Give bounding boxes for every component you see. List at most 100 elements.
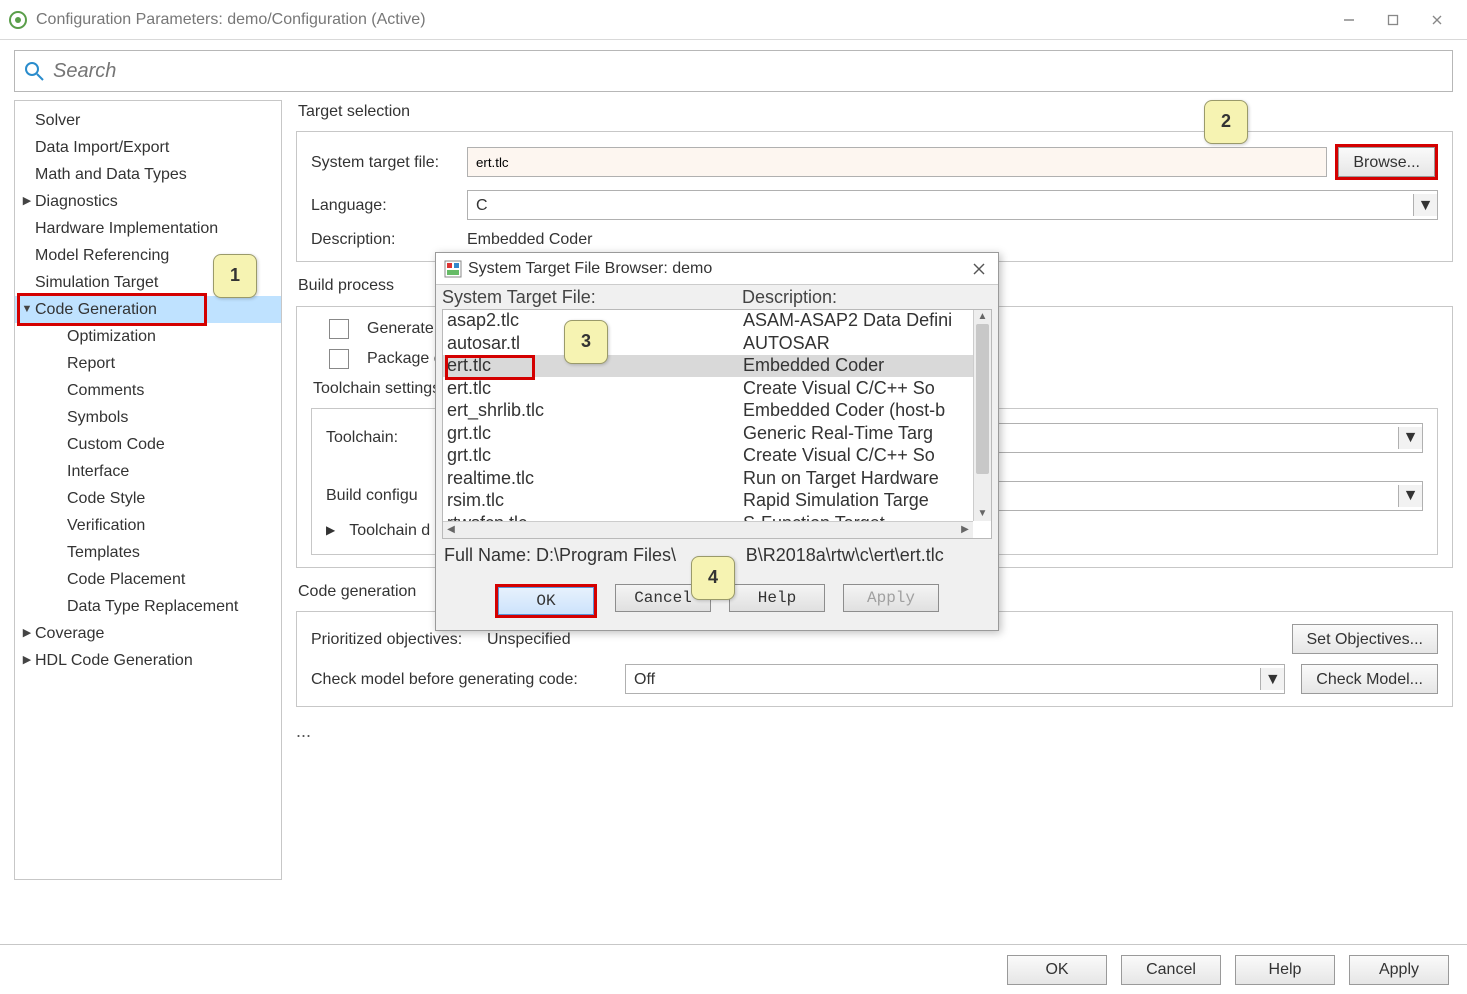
dialog-help-button[interactable]: Help [729, 584, 825, 612]
package-code-checkbox[interactable] [329, 349, 349, 369]
chevron-down-icon: ▼ [1398, 427, 1422, 449]
close-button[interactable] [1415, 5, 1459, 35]
callout-4: 4 [691, 556, 735, 600]
cell-description: Embedded Coder (host-b [743, 400, 945, 422]
app-icon [8, 10, 28, 30]
apply-button[interactable]: Apply [1349, 955, 1449, 985]
callout-3: 3 [564, 320, 608, 364]
cell-description: Embedded Coder [743, 355, 884, 377]
minimize-button[interactable] [1327, 5, 1371, 35]
dialog-app-icon [444, 260, 462, 278]
sidebar-item-coverage[interactable]: ▶Coverage [15, 620, 281, 647]
dialog-ok-button[interactable]: OK [498, 587, 594, 615]
sidebar-item-custom-code[interactable]: Custom Code [15, 431, 281, 458]
scroll-right-icon[interactable]: ▶ [957, 522, 973, 538]
title-bar: Configuration Parameters: demo/Configura… [0, 0, 1467, 40]
caret-right-icon: ▶ [19, 627, 35, 640]
sidebar-item-code-style[interactable]: Code Style [15, 485, 281, 512]
list-row[interactable]: rsim.tlcRapid Simulation Targe [443, 490, 991, 513]
dialog-close-button[interactable] [968, 258, 990, 280]
dialog-file-list[interactable]: asap2.tlcASAM-ASAP2 Data Definiautosar.t… [442, 309, 992, 539]
dialog-apply-button[interactable]: Apply [843, 584, 939, 612]
check-model-value: Off [634, 670, 655, 689]
sidebar-item-hdl-code-generation[interactable]: ▶HDL Code Generation [15, 647, 281, 674]
scrollbar-thumb[interactable] [976, 324, 989, 474]
help-button[interactable]: Help [1235, 955, 1335, 985]
highlight-box: Browse... [1335, 144, 1438, 180]
cell-description: Create Visual C/C++ So [743, 378, 935, 400]
label-toolchain-details[interactable]: Toolchain d [349, 521, 430, 540]
sidebar-item-code-generation[interactable]: ▼Code Generation [15, 296, 281, 323]
dialog-title: System Target File Browser: demo [468, 259, 968, 278]
scroll-down-icon[interactable]: ▼ [974, 507, 991, 521]
sidebar-item-label: Simulation Target [35, 273, 158, 292]
sidebar-item-report[interactable]: Report [15, 350, 281, 377]
sidebar-item-solver[interactable]: Solver [15, 107, 281, 134]
sidebar-item-math-data-types[interactable]: Math and Data Types [15, 161, 281, 188]
sidebar-item-label: Solver [35, 111, 80, 130]
cell-description: Create Visual C/C++ So [743, 445, 935, 467]
sidebar-item-hardware-impl[interactable]: Hardware Implementation [15, 215, 281, 242]
sidebar-item-diagnostics[interactable]: ▶Diagnostics [15, 188, 281, 215]
list-row[interactable]: ert.tlcEmbedded Coder [443, 355, 991, 378]
check-model-button[interactable]: Check Model... [1301, 664, 1438, 694]
sidebar: Solver Data Import/Export Math and Data … [14, 100, 282, 880]
list-row[interactable]: grt.tlcGeneric Real-Time Targ [443, 422, 991, 445]
sidebar-item-data-import-export[interactable]: Data Import/Export [15, 134, 281, 161]
label-language: Language: [311, 196, 459, 215]
list-row[interactable]: realtime.tlcRun on Target Hardware [443, 467, 991, 490]
sidebar-item-interface[interactable]: Interface [15, 458, 281, 485]
sidebar-item-label: Model Referencing [35, 246, 169, 265]
vertical-scrollbar[interactable]: ▲ ▼ [973, 310, 991, 521]
dialog-title-bar: System Target File Browser: demo [436, 253, 998, 285]
sidebar-item-label: Data Type Replacement [67, 597, 238, 616]
description-value: Embedded Coder [467, 230, 592, 249]
sidebar-item-label: Diagnostics [35, 192, 118, 211]
sidebar-item-data-type-replacement[interactable]: Data Type Replacement [15, 593, 281, 620]
caret-right-icon[interactable]: ▶ [326, 523, 335, 537]
sidebar-item-comments[interactable]: Comments [15, 377, 281, 404]
column-header-description: Description: [742, 287, 837, 309]
set-objectives-button[interactable]: Set Objectives... [1292, 624, 1439, 654]
cell-description: Run on Target Hardware [743, 468, 939, 490]
cell-file: ert_shrlib.tlc [447, 400, 743, 422]
caret-right-icon: ▶ [19, 195, 35, 208]
sidebar-item-label: Comments [67, 381, 144, 400]
list-row[interactable]: ert_shrlib.tlcEmbedded Coder (host-b [443, 400, 991, 423]
list-row[interactable]: ert.tlcCreate Visual C/C++ So [443, 377, 991, 400]
scroll-up-icon[interactable]: ▲ [974, 310, 991, 324]
sidebar-item-code-placement[interactable]: Code Placement [15, 566, 281, 593]
list-row[interactable]: asap2.tlcASAM-ASAP2 Data Defini [443, 310, 991, 333]
label-toolchain: Toolchain: [326, 428, 430, 447]
sidebar-item-label: Templates [67, 543, 140, 562]
horizontal-scrollbar[interactable]: ◀ ▶ [443, 521, 973, 538]
group-target-selection: System target file: Browse... Language: … [296, 131, 1453, 262]
sidebar-item-label: Code Generation [35, 300, 157, 319]
language-select[interactable]: C ▼ [467, 190, 1438, 220]
list-row[interactable]: autosar.tlAUTOSAR [443, 332, 991, 355]
label-check-model: Check model before generating code: [311, 670, 617, 689]
sidebar-item-label: Math and Data Types [35, 165, 187, 184]
chevron-down-icon: ▼ [1413, 194, 1437, 216]
system-target-file-input[interactable] [467, 147, 1327, 177]
cell-description: Rapid Simulation Targe [743, 490, 929, 512]
sidebar-item-label: Interface [67, 462, 129, 481]
window-title: Configuration Parameters: demo/Configura… [36, 10, 1327, 29]
section-target-selection: Target selection [298, 102, 1453, 121]
cell-description: Generic Real-Time Targ [743, 423, 933, 445]
ok-button[interactable]: OK [1007, 955, 1107, 985]
sidebar-item-optimization[interactable]: Optimization [15, 323, 281, 350]
search-input[interactable] [45, 59, 1444, 84]
scroll-left-icon[interactable]: ◀ [443, 522, 459, 538]
truncated-indicator: ... [296, 721, 1453, 743]
search-box[interactable] [14, 50, 1453, 92]
list-row[interactable]: grt.tlcCreate Visual C/C++ So [443, 445, 991, 468]
sidebar-item-templates[interactable]: Templates [15, 539, 281, 566]
maximize-button[interactable] [1371, 5, 1415, 35]
check-model-select[interactable]: Off ▼ [625, 664, 1285, 694]
generate-code-checkbox[interactable] [329, 319, 349, 339]
cancel-button[interactable]: Cancel [1121, 955, 1221, 985]
sidebar-item-symbols[interactable]: Symbols [15, 404, 281, 431]
sidebar-item-verification[interactable]: Verification [15, 512, 281, 539]
browse-button[interactable]: Browse... [1338, 147, 1435, 177]
